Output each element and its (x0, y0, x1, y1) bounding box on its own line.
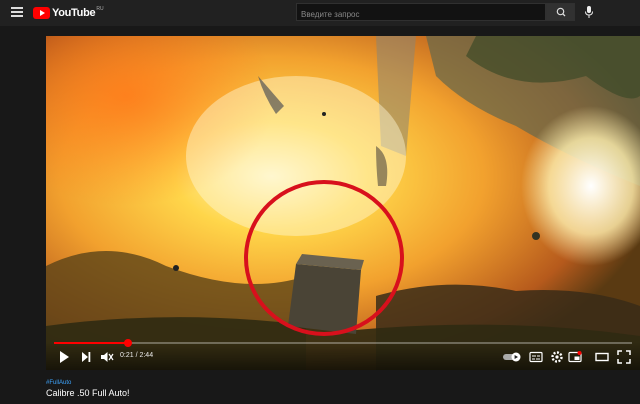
search-icon (556, 7, 566, 17)
next-icon[interactable] (80, 350, 92, 364)
logo-region: RU (96, 6, 104, 12)
progress-played (54, 342, 128, 344)
search-button[interactable] (546, 3, 575, 21)
progress-bar[interactable] (54, 339, 632, 347)
theater-icon[interactable] (595, 350, 609, 364)
search-input[interactable] (297, 6, 541, 23)
youtube-logo-icon (33, 7, 50, 19)
menu-icon[interactable] (11, 7, 23, 17)
video-player[interactable]: 0:21 / 2:44 (46, 36, 640, 370)
mute-icon[interactable] (100, 350, 114, 364)
video-frame (46, 36, 640, 370)
subtitles-icon[interactable] (529, 350, 543, 364)
play-icon[interactable] (58, 350, 70, 364)
autoplay-toggle-icon[interactable] (502, 350, 522, 364)
miniplayer-icon[interactable] (568, 350, 582, 364)
progress-scrubber[interactable] (123, 339, 132, 347)
time-display: 0:21 / 2:44 (120, 352, 154, 359)
youtube-logo[interactable]: YouTube RU (33, 6, 104, 20)
settings-icon[interactable] (550, 350, 564, 364)
video-title: Calibre .50 Full Auto! (46, 388, 130, 398)
masthead: YouTube RU (0, 0, 640, 26)
logo-text: YouTube (52, 7, 96, 19)
player-controls: 0:21 / 2:44 (46, 339, 640, 370)
microphone-icon[interactable] (583, 5, 595, 19)
fullscreen-icon[interactable] (617, 350, 631, 364)
hashtag-link[interactable]: #FullAuto (46, 380, 71, 386)
search-box (296, 3, 546, 23)
